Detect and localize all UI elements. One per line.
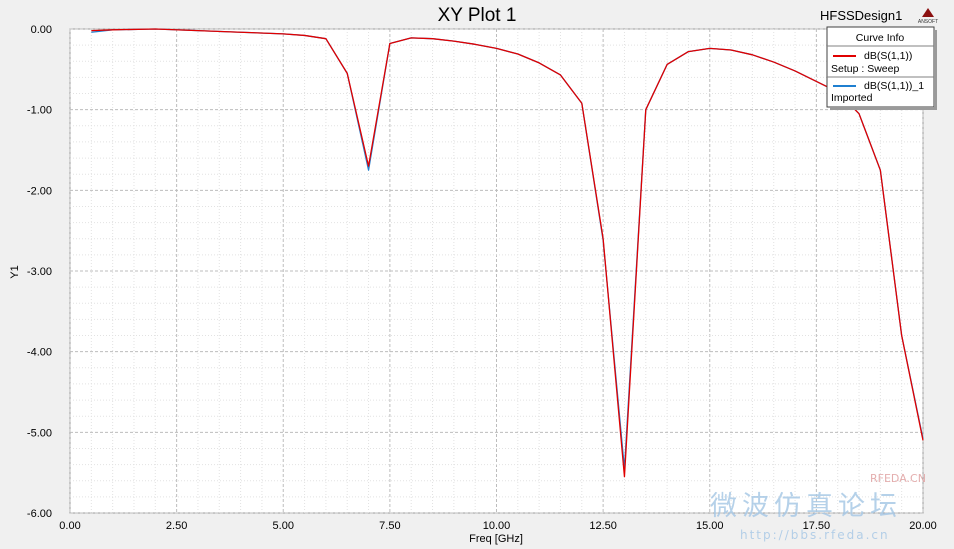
x-axis-label: Freq [GHz] [469, 533, 523, 545]
legend-shadow [934, 30, 937, 110]
legend-shadow-bottom [830, 107, 937, 110]
x-tick-label: 12.50 [589, 520, 617, 532]
x-tick-label: 0.00 [59, 520, 80, 532]
legend-entry-0-name: dB(S(1,1)) [864, 50, 912, 62]
watermark-url: http://bbs.rfeda.cn [740, 528, 890, 542]
y-tick-label: -5.00 [27, 427, 52, 439]
y-tick-label: -3.00 [27, 266, 52, 278]
design-name: HFSSDesign1 [820, 8, 902, 23]
watermark-brand: RFEDA.CN [870, 472, 926, 485]
ansoft-logo-text: ANSOFT [918, 19, 938, 25]
x-tick-label: 10.00 [483, 520, 511, 532]
curve-info-legend[interactable]: Curve Info dB(S(1,1)) Setup : Sweep dB(S… [826, 26, 937, 110]
x-tick-label: 5.00 [273, 520, 294, 532]
ansoft-logo-icon: ANSOFT [918, 8, 938, 25]
y-tick-labels: 0.00 -1.00 -2.00 -3.00 -4.00 -5.00 -6.00 [27, 24, 52, 520]
x-tick-label: 7.50 [379, 520, 400, 532]
legend-entry-1-setup: Imported [831, 92, 873, 104]
plot-title: XY Plot 1 [438, 5, 517, 26]
y-tick-label: -2.00 [27, 185, 52, 197]
legend-title: Curve Info [856, 32, 905, 44]
watermark-chinese: 微波仿真论坛 [710, 491, 902, 522]
xy-plot: XY Plot 1 HFSSDesign1 ANSOFT 0.00 2.50 5.0… [9, 5, 938, 545]
grid [69, 28, 924, 514]
y-tick-label: -4.00 [27, 347, 52, 359]
y-axis-label: Y1 [9, 265, 21, 278]
y-tick-label: 0.00 [31, 24, 52, 36]
x-tick-label: 2.50 [166, 520, 187, 532]
y-tick-label: -1.00 [27, 105, 52, 117]
legend-entry-1-name: dB(S(1,1))_1 [864, 80, 924, 92]
y-tick-label: -6.00 [27, 508, 52, 520]
legend-entry-0-setup: Setup : Sweep [831, 63, 899, 75]
x-tick-label: 20.00 [909, 520, 937, 532]
